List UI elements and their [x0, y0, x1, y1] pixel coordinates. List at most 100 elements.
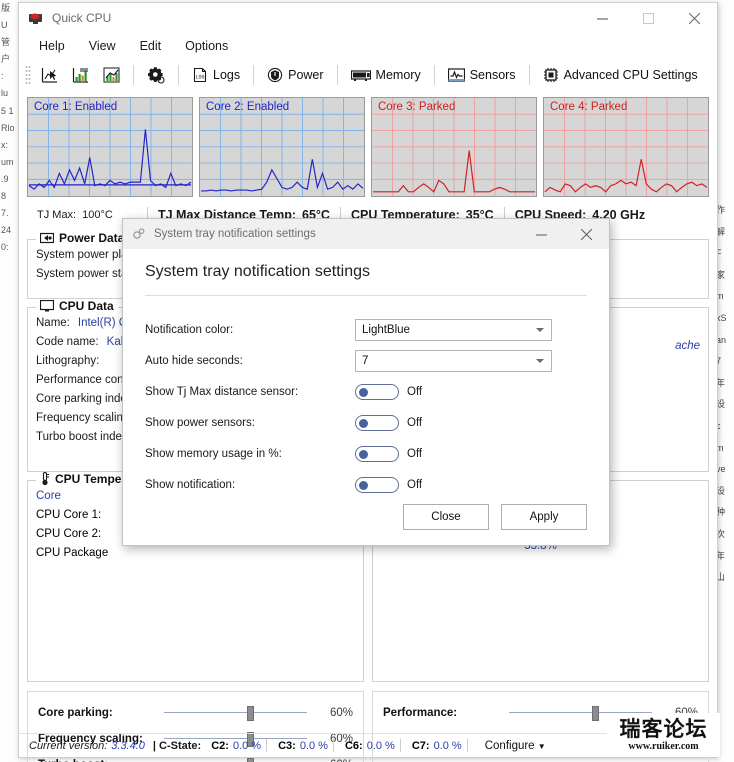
cpu-data-title-row: CPU Data [36, 299, 118, 313]
cstate-item: C3: 0.0 % [272, 739, 339, 752]
cstate-key: C2: [211, 739, 229, 752]
line-chart-icon [103, 67, 120, 84]
cpu-chip-icon [543, 67, 559, 83]
cstate-value: 0.0 % [433, 739, 462, 752]
show-power-sensors-state: Off [407, 416, 423, 429]
stat-tj-max-label: TJ Max: [37, 209, 77, 221]
menu-item-options[interactable]: Options [175, 36, 238, 56]
row-label: Code name: [36, 336, 99, 348]
toggle-knob [359, 449, 368, 459]
toolbar-grip[interactable] [25, 65, 31, 85]
cpu-monitor-icon [28, 10, 44, 26]
toolbar-line-chart-button[interactable] [96, 64, 127, 87]
core-graphs: Core 1: Enabled Core 2: Enabled Core 3: Pa… [19, 92, 717, 197]
maximize-button[interactable] [625, 3, 671, 33]
notification-color-combobox[interactable]: LightBlue [355, 318, 552, 341]
window-title: Quick CPU [52, 11, 112, 25]
core-graph-label: Core 4: Parked [550, 101, 628, 113]
toolbar-gear-button[interactable] [140, 63, 172, 87]
toolbar: LOG Logs Power Memory Sensors Advanced C… [19, 59, 717, 92]
cstate-item: C7: 0.0 % [406, 739, 473, 752]
toolbar-sensors-button[interactable]: Sensors [441, 65, 523, 86]
background-text-fragment: 设 [716, 485, 726, 496]
chevron-down-icon [536, 358, 544, 363]
window-titlebar[interactable]: Quick CPU [19, 3, 717, 33]
background-text-fragment: 设 [716, 399, 726, 410]
monitor-icon [39, 299, 55, 312]
show-memory-usage-percent-toggle[interactable] [355, 445, 399, 462]
dialog-field-show-power-sensors: Show power sensors: Off [145, 407, 587, 438]
toolbar-advanced-cpu-settings-button[interactable]: Advanced CPU Settings [536, 64, 705, 86]
background-text-fragment: 家 [716, 269, 726, 280]
background-text-fragment: an [716, 334, 727, 345]
notification-color-value: LightBlue [362, 323, 410, 336]
slider-thumb[interactable] [591, 706, 599, 721]
core-graph-2: Core 2: Enabled [199, 97, 365, 197]
temp-row-package: CPU Package [36, 547, 109, 559]
configure-label: Configure [484, 739, 535, 752]
svg-text:LOG: LOG [195, 75, 204, 81]
show-power-sensors-toggle[interactable] [355, 414, 399, 431]
stat-tj-max-value: 100°C [82, 209, 113, 221]
dialog-field-auto-hide-seconds: Auto hide seconds: 7 [145, 345, 587, 376]
left-slider-row-0: Core parking: 60% [38, 700, 353, 726]
close-button[interactable] [671, 3, 717, 33]
gears-icon [132, 227, 146, 241]
minimize-button[interactable] [579, 3, 625, 33]
slider-thumb[interactable] [246, 758, 254, 762]
cstate-item: C2: 0.0 % [205, 739, 272, 752]
chevron-down-icon: ▼ [537, 741, 546, 751]
background-text-fragment: c [716, 420, 721, 431]
background-text-fragment: m [716, 291, 724, 302]
bar-chart-icon [72, 67, 89, 84]
toolbar-separator [528, 65, 530, 85]
toolbar-bar-chart-button[interactable] [65, 64, 96, 87]
dialog-field-notification-color: Notification color: LightBlue [145, 314, 587, 345]
sensor-wave-icon [447, 67, 465, 83]
toolbar-memory-label: Memory [375, 68, 421, 82]
dialog-titlebar-text: System tray notification settings [154, 228, 316, 240]
auto-hide-seconds-combobox[interactable]: 7 [355, 349, 552, 372]
window-controls [579, 3, 717, 33]
show-memory-usage-percent-label: Show memory usage in %: [145, 447, 282, 460]
toolbar-chart-cursor-button[interactable] [34, 64, 65, 87]
show-tj-max-distance-sensor-toggle[interactable] [355, 383, 399, 400]
menu-item-view[interactable]: View [79, 36, 126, 56]
power-plug-icon [39, 232, 55, 244]
core-graph-label: Core 1: Enabled [34, 101, 118, 113]
dialog-titlebar[interactable]: System tray notification settings [123, 219, 609, 249]
background-text-fragment: F [716, 248, 722, 259]
background-text-fragment: 年 [716, 550, 726, 561]
background-window-right-sliver: 作解 F 家 m xS an 7 年设 c m ve 设种次年山 [716, 0, 734, 762]
toolbar-separator [253, 65, 255, 85]
toolbar-power-button[interactable]: Power [260, 64, 330, 86]
cstate-key: C6: [344, 739, 363, 752]
dialog-close-action-button[interactable]: Close [403, 504, 489, 530]
cstate-item: C6: 0.0 % [339, 739, 406, 752]
dialog-apply-button[interactable]: Apply [501, 504, 587, 530]
toolbar-separator [336, 65, 338, 85]
toolbar-memory-button[interactable]: Memory [344, 65, 428, 85]
cpu-data-title: CPU Data [59, 299, 114, 313]
dialog-minimize-button[interactable] [519, 219, 564, 249]
version-value: 3.3.4.0 [111, 739, 145, 752]
forum-watermark: 瑞客论坛 www.ruiker.com [607, 713, 720, 757]
dialog-field-show-memory-usage-percent: Show memory usage in %: Off [145, 438, 587, 469]
background-text-fragment: 年 [716, 377, 726, 388]
watermark-line2: www.ruiker.com [628, 740, 699, 752]
slider-track[interactable] [164, 704, 307, 722]
show-tj-max-distance-sensor-label: Show Tj Max distance sensor: [145, 385, 299, 398]
auto-hide-seconds-value: 7 [362, 354, 369, 367]
dialog-close-button[interactable] [564, 219, 609, 249]
cstate-list: C2: 0.0 % C3: 0.0 % C6: 0.0 % C7: 0.0 % [205, 739, 473, 752]
toolbar-logs-label: Logs [213, 68, 241, 82]
toolbar-logs-button[interactable]: LOG Logs [185, 64, 247, 86]
slider-line [164, 712, 307, 713]
thermometer-icon [40, 471, 50, 486]
cstate-value: 0.0 % [299, 739, 328, 752]
slider-thumb[interactable] [246, 706, 254, 721]
power-shield-icon [267, 67, 283, 83]
menu-item-edit[interactable]: Edit [130, 36, 172, 56]
menu-item-help[interactable]: Help [29, 36, 75, 56]
configure-button[interactable]: Configure ▼ [485, 740, 546, 752]
